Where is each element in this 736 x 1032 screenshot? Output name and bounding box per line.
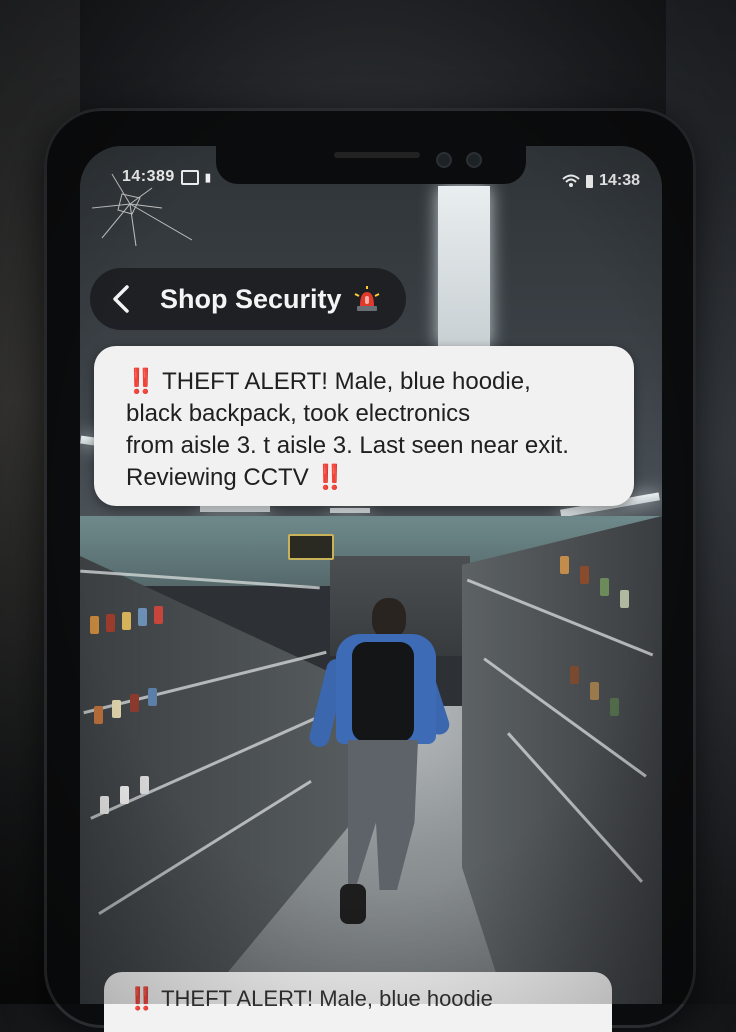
ceiling-light: [438, 186, 490, 346]
product: [120, 786, 129, 804]
product: [140, 776, 149, 794]
person-shoe: [340, 884, 366, 924]
image-notification-icon: [180, 169, 199, 185]
product: [112, 700, 121, 718]
message-line-4: Reviewing CCTV: [126, 464, 316, 491]
status-time-right: 14:38: [599, 172, 640, 189]
message-line-3: from aisle 3. t aisle 3. Last seen near …: [126, 432, 569, 459]
status-time-left: 14:389: [122, 168, 175, 185]
message-bubble[interactable]: ‼️ THEFT ALERT! Male, blue hoodie, black…: [94, 346, 634, 506]
product: [138, 608, 147, 626]
message-line-2: black backpack, took electronics: [126, 400, 471, 427]
product: [600, 578, 609, 596]
product: [122, 612, 131, 630]
product: [154, 606, 163, 624]
product: [90, 616, 99, 634]
ceiling-light: [330, 508, 370, 513]
product: [106, 614, 115, 632]
aisle-sign: [288, 534, 334, 560]
ceiling-light: [200, 506, 270, 512]
vibrate-icon: ▮: [204, 171, 212, 184]
chat-header: Shop Security: [90, 268, 406, 330]
message-line-1: THEFT ALERT! Male, blue hoodie,: [155, 368, 531, 395]
product: [130, 694, 139, 712]
chevron-left-icon: [113, 285, 129, 313]
status-bar-right: 14:38: [562, 172, 640, 190]
product: [148, 688, 157, 706]
front-camera-icon: [436, 152, 452, 168]
product: [610, 698, 619, 716]
siren-icon: [354, 286, 379, 311]
suspect-person: [307, 598, 452, 928]
alert-icon: ‼️: [315, 464, 346, 491]
message-text: ‼️ THEFT ALERT! Male, blue hoodie, black…: [126, 366, 626, 494]
product: [100, 796, 109, 814]
status-bar-left: 14:389 ▮: [122, 168, 211, 186]
person-head: [372, 598, 406, 638]
product: [580, 566, 589, 584]
battery-icon: [586, 174, 594, 188]
chat-title: Shop Security: [160, 283, 342, 314]
product: [560, 556, 569, 574]
wifi-icon: [562, 174, 580, 187]
product: [590, 682, 599, 700]
black-backpack: [352, 642, 414, 742]
product: [620, 590, 629, 608]
phone-speaker: [334, 152, 420, 158]
person-legs: [348, 740, 418, 890]
product: [94, 706, 103, 724]
sensor-icon: [466, 152, 482, 168]
alert-icon: ‼️: [126, 368, 156, 395]
next-message-bubble[interactable]: ‼️ THEFT ALERT! Male, blue hoodie: [104, 972, 612, 1032]
product: [570, 666, 579, 684]
back-button[interactable]: [96, 268, 146, 330]
next-message-text: ‼️ THEFT ALERT! Male, blue hoodie: [128, 986, 493, 1011]
